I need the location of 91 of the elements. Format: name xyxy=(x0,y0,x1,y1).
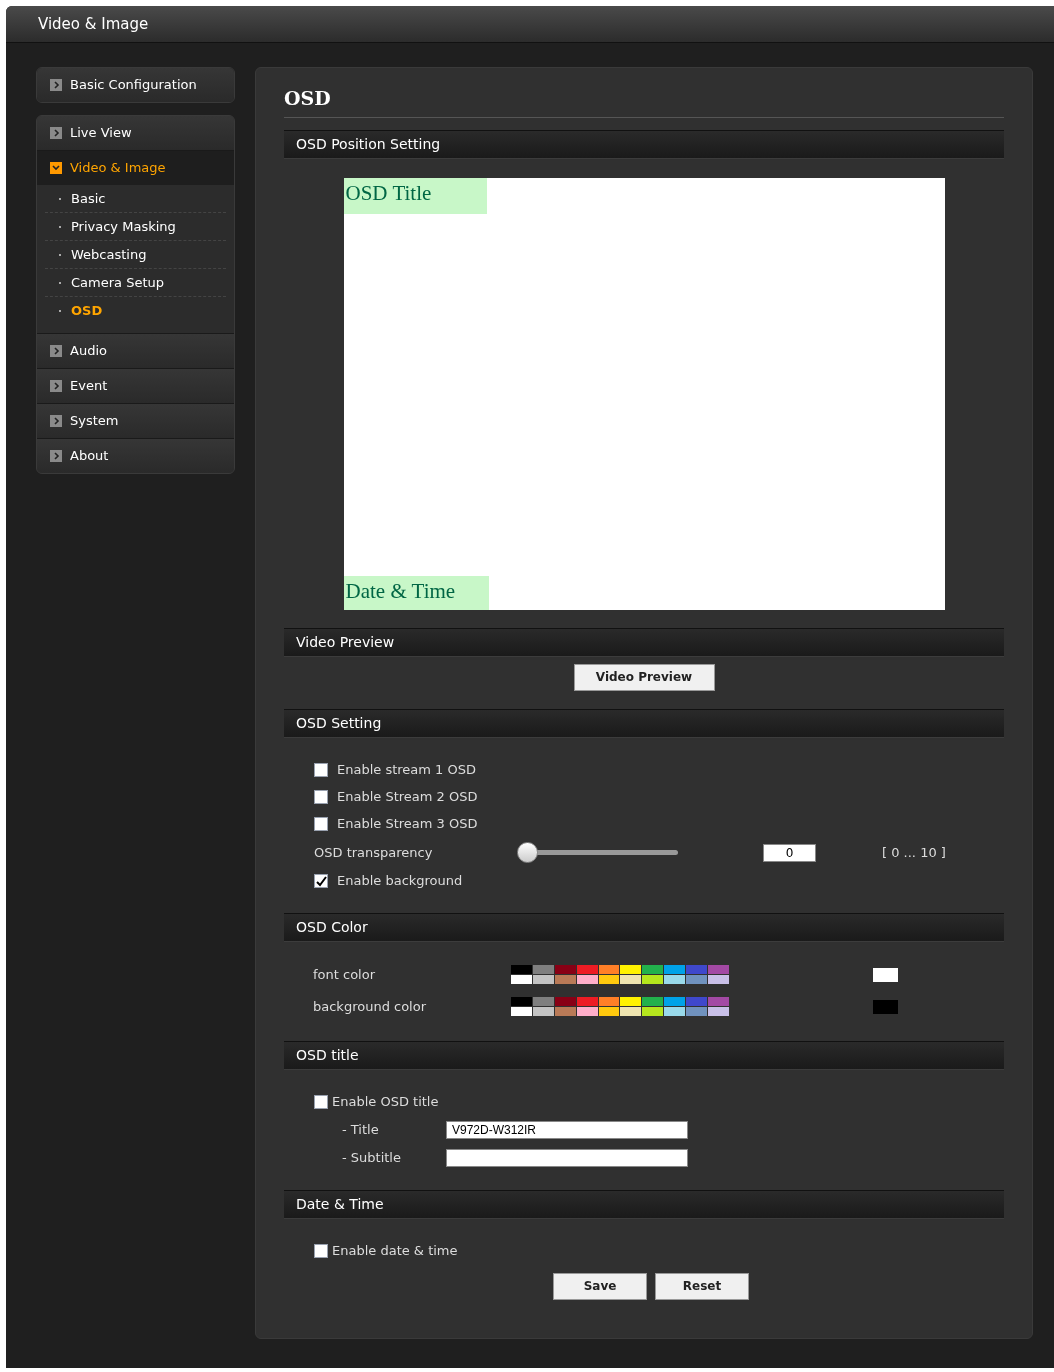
field-label: - Title xyxy=(341,1120,380,1139)
color-swatch[interactable] xyxy=(511,975,532,984)
field-label: - Subtitle xyxy=(341,1148,402,1167)
section-header: OSD Color xyxy=(284,912,1004,941)
osd-title-box[interactable]: OSD Title xyxy=(343,177,487,214)
checkbox[interactable] xyxy=(314,1095,328,1109)
color-swatch[interactable] xyxy=(664,975,686,984)
color-swatch[interactable] xyxy=(686,975,708,984)
color-swatch[interactable] xyxy=(620,975,642,984)
color-swatch[interactable] xyxy=(511,997,532,1006)
color-swatch[interactable] xyxy=(642,1007,664,1016)
color-swatch[interactable] xyxy=(708,975,729,984)
checkbox-label: Enable Stream 3 OSD xyxy=(337,815,478,834)
color-swatch[interactable] xyxy=(642,997,664,1006)
color-swatch[interactable] xyxy=(576,997,598,1006)
collapsed-caret-icon xyxy=(50,415,62,427)
color-swatch[interactable] xyxy=(511,1007,532,1016)
color-swatch[interactable] xyxy=(620,997,642,1006)
checkmark-icon xyxy=(315,875,327,887)
color-swatch[interactable] xyxy=(664,965,686,974)
color-swatch[interactable] xyxy=(554,997,576,1006)
slider-thumb[interactable] xyxy=(517,841,538,863)
color-swatch[interactable] xyxy=(532,997,554,1006)
color-swatch[interactable] xyxy=(598,965,620,974)
color-swatch[interactable] xyxy=(686,965,708,974)
section-header: Video Preview xyxy=(284,627,1004,656)
transparency-label: OSD transparency xyxy=(314,843,434,862)
color-swatch[interactable] xyxy=(708,997,729,1006)
collapsed-caret-icon xyxy=(50,380,62,392)
section-header: OSD Setting xyxy=(284,708,1004,737)
color-swatch[interactable] xyxy=(664,997,686,1006)
checkbox-label: Enable date & time xyxy=(332,1242,458,1261)
color-swatch[interactable] xyxy=(686,997,708,1006)
date-time-box[interactable]: Date & Time xyxy=(343,575,489,610)
color-swatch[interactable] xyxy=(620,965,642,974)
color-swatch[interactable] xyxy=(708,965,729,974)
collapsed-caret-icon xyxy=(50,127,62,139)
submenu-item[interactable]: Basic xyxy=(45,185,226,213)
color-swatch[interactable] xyxy=(554,975,576,984)
color-swatch[interactable] xyxy=(642,975,664,984)
section-header: Date & Time xyxy=(284,1189,1004,1218)
checkbox[interactable] xyxy=(314,817,328,831)
color-swatch[interactable] xyxy=(686,1007,708,1016)
collapsed-caret-icon xyxy=(50,345,62,357)
color-swatch[interactable] xyxy=(576,965,598,974)
color-swatch[interactable] xyxy=(532,965,554,974)
color-swatch[interactable] xyxy=(708,1007,729,1016)
text-field[interactable] xyxy=(446,1148,688,1167)
color-swatch[interactable] xyxy=(664,1007,686,1016)
text-field[interactable]: V972D-W312IR xyxy=(446,1120,688,1139)
checkbox[interactable] xyxy=(314,763,328,777)
submenu-item[interactable]: Webcasting xyxy=(45,241,226,269)
menu-item[interactable]: Basic Configuration xyxy=(37,68,234,102)
video-preview-button[interactable]: Video Preview xyxy=(573,663,715,691)
color-label: font color xyxy=(313,965,376,984)
color-swatch[interactable] xyxy=(511,965,532,974)
color-label: background color xyxy=(313,997,428,1016)
submenu-item[interactable]: Camera Setup xyxy=(45,269,226,297)
color-swatch[interactable] xyxy=(642,965,664,974)
color-swatch[interactable] xyxy=(598,1007,620,1016)
range-hint: [ 0 ... 10 ] xyxy=(882,843,946,862)
menu-item[interactable]: About xyxy=(37,439,234,473)
form-button[interactable]: Save xyxy=(553,1272,647,1300)
color-swatch[interactable] xyxy=(532,1007,554,1016)
color-swatch[interactable] xyxy=(620,1007,642,1016)
color-swatch[interactable] xyxy=(598,997,620,1006)
checkbox-label: Enable stream 1 OSD xyxy=(337,761,476,780)
window-title: Video & Image xyxy=(6,6,1054,43)
form-button[interactable]: Reset xyxy=(655,1272,749,1300)
collapsed-caret-icon xyxy=(50,450,62,462)
submenu-item[interactable]: OSD xyxy=(45,297,226,325)
page-title: OSD xyxy=(284,84,1004,118)
color-swatch[interactable] xyxy=(554,1007,576,1016)
checkbox-label: Enable background xyxy=(337,872,463,891)
checkbox-label: Enable Stream 2 OSD xyxy=(337,788,478,807)
color-swatch[interactable] xyxy=(532,975,554,984)
checkbox-label: Enable OSD title xyxy=(332,1093,439,1112)
menu-item[interactable]: Video & Image xyxy=(37,151,234,185)
color-swatch[interactable] xyxy=(554,965,576,974)
color-swatch[interactable] xyxy=(576,1007,598,1016)
checkbox[interactable] xyxy=(314,790,328,804)
checkbox[interactable] xyxy=(314,1244,328,1258)
color-swatch[interactable] xyxy=(598,975,620,984)
collapsed-caret-icon xyxy=(50,79,62,91)
checkbox[interactable] xyxy=(314,874,328,888)
submenu-item[interactable]: Privacy Masking xyxy=(45,213,226,241)
section-header: OSD title xyxy=(284,1040,1004,1069)
section-header: OSD Position Setting xyxy=(284,129,1004,158)
transparency-field[interactable]: 0 xyxy=(763,843,816,862)
expanded-caret-icon xyxy=(50,162,62,174)
color-swatch[interactable] xyxy=(576,975,598,984)
